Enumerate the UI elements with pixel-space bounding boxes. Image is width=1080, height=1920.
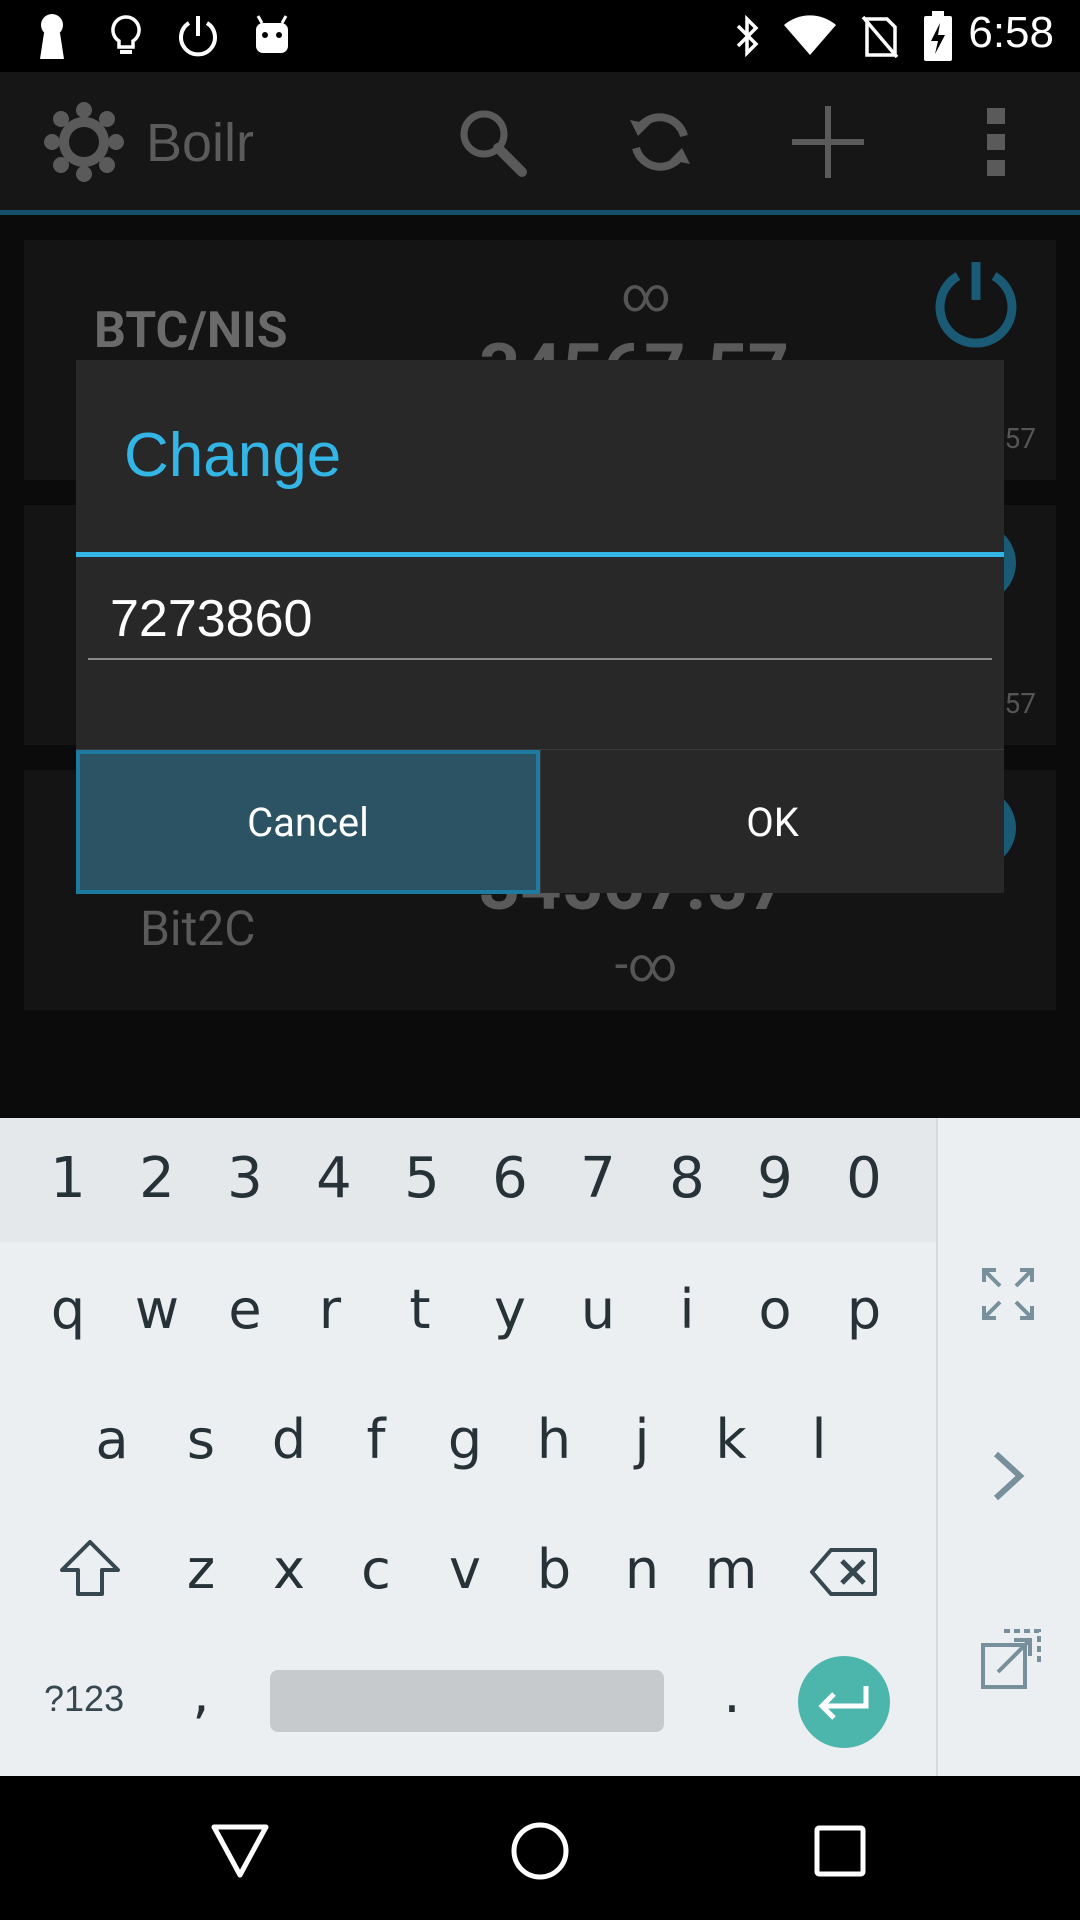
key-w[interactable]: w xyxy=(113,1278,201,1341)
key-y[interactable]: y xyxy=(466,1278,554,1341)
keyboard-number-row: 1 2 3 4 5 6 7 8 9 0 xyxy=(0,1118,936,1242)
enter-key[interactable] xyxy=(798,1656,890,1748)
status-bar: 6:58 xyxy=(0,0,1080,72)
alarm-toggle-power-icon[interactable] xyxy=(932,260,1020,348)
symbols-key[interactable]: ?123 xyxy=(44,1678,124,1720)
cancel-button[interactable]: Cancel xyxy=(76,750,540,894)
key-t[interactable]: t xyxy=(376,1278,464,1341)
backspace-key[interactable] xyxy=(800,1546,888,1606)
add-icon[interactable] xyxy=(786,100,870,184)
key-3[interactable]: 3 xyxy=(201,1146,289,1211)
key-p[interactable]: p xyxy=(820,1278,908,1341)
keyhole-icon xyxy=(30,12,74,60)
floating-keyboard-icon[interactable] xyxy=(980,1628,1042,1694)
android-icon xyxy=(250,12,294,60)
key-f[interactable]: f xyxy=(332,1408,420,1471)
key-a[interactable]: a xyxy=(68,1408,156,1471)
key-u[interactable]: u xyxy=(554,1278,642,1341)
key-1[interactable]: 1 xyxy=(24,1146,112,1211)
key-x[interactable]: x xyxy=(245,1538,333,1601)
lightbulb-icon xyxy=(104,12,148,60)
navigation-bar xyxy=(0,1776,1080,1920)
space-key[interactable] xyxy=(270,1670,664,1732)
key-m[interactable]: m xyxy=(687,1538,775,1601)
power-icon xyxy=(174,12,222,60)
change-value: 57 xyxy=(1004,687,1036,720)
expand-keyboard-icon[interactable] xyxy=(980,1266,1036,1326)
back-icon[interactable] xyxy=(185,1796,295,1906)
key-c[interactable]: c xyxy=(332,1538,420,1601)
key-h[interactable]: h xyxy=(510,1408,598,1471)
no-sim-icon xyxy=(856,12,904,60)
home-icon[interactable] xyxy=(485,1796,595,1906)
boilr-logo-icon xyxy=(42,100,126,184)
change-dialog: Change 7273860 Cancel OK xyxy=(76,360,1004,894)
chevron-right-icon[interactable] xyxy=(988,1448,1028,1508)
dialog-title-divider xyxy=(76,552,1004,557)
search-icon[interactable] xyxy=(450,100,534,184)
key-v[interactable]: v xyxy=(421,1538,509,1601)
overflow-menu-icon[interactable] xyxy=(954,100,1038,184)
change-value-input[interactable]: 7273860 xyxy=(88,578,992,660)
key-e[interactable]: e xyxy=(201,1278,289,1341)
key-k[interactable]: k xyxy=(687,1408,775,1471)
key-b[interactable]: b xyxy=(510,1538,598,1601)
exchange-name: Bit2C xyxy=(140,900,256,957)
key-9[interactable]: 9 xyxy=(731,1146,819,1211)
bluetooth-icon xyxy=(728,12,768,60)
key-7[interactable]: 7 xyxy=(554,1146,642,1211)
ok-button[interactable]: OK xyxy=(540,750,1004,894)
key-r[interactable]: r xyxy=(286,1278,374,1341)
soft-keyboard: 1 2 3 4 5 6 7 8 9 0 q w e r t y u i o p … xyxy=(0,1118,1080,1776)
key-z[interactable]: z xyxy=(157,1538,245,1601)
dialog-button-bar: Cancel OK xyxy=(76,749,1004,894)
key-5[interactable]: 5 xyxy=(378,1146,466,1211)
key-2[interactable]: 2 xyxy=(113,1146,201,1211)
keyboard-side-panel xyxy=(936,1118,1080,1776)
key-l[interactable]: l xyxy=(775,1408,863,1471)
key-o[interactable]: o xyxy=(731,1278,819,1341)
key-6[interactable]: 6 xyxy=(466,1146,554,1211)
key-n[interactable]: n xyxy=(598,1538,686,1601)
wifi-icon xyxy=(782,12,838,60)
refresh-icon[interactable] xyxy=(618,100,702,184)
key-4[interactable]: 4 xyxy=(290,1146,378,1211)
lower-limit: -∞ xyxy=(614,936,678,993)
shift-key[interactable] xyxy=(46,1538,134,1610)
key-i[interactable]: i xyxy=(643,1278,731,1341)
status-clock: 6:58 xyxy=(968,8,1054,57)
key-8[interactable]: 8 xyxy=(643,1146,731,1211)
dialog-title: Change xyxy=(124,421,342,490)
key-j[interactable]: j xyxy=(598,1408,686,1471)
currency-pair: BTC/NIS xyxy=(94,302,288,360)
change-value: 57 xyxy=(1004,422,1036,455)
app-title: Boilr xyxy=(146,113,255,173)
upper-limit: ∞ xyxy=(621,266,671,323)
key-d[interactable]: d xyxy=(245,1408,333,1471)
key-g[interactable]: g xyxy=(421,1408,509,1471)
key-s[interactable]: s xyxy=(157,1408,245,1471)
key-q[interactable]: q xyxy=(24,1278,112,1341)
comma-key[interactable]: , xyxy=(157,1662,245,1725)
recents-icon[interactable] xyxy=(785,1796,895,1906)
battery-charging-icon xyxy=(918,11,958,61)
period-key[interactable]: . xyxy=(688,1662,776,1725)
key-0[interactable]: 0 xyxy=(820,1146,908,1211)
